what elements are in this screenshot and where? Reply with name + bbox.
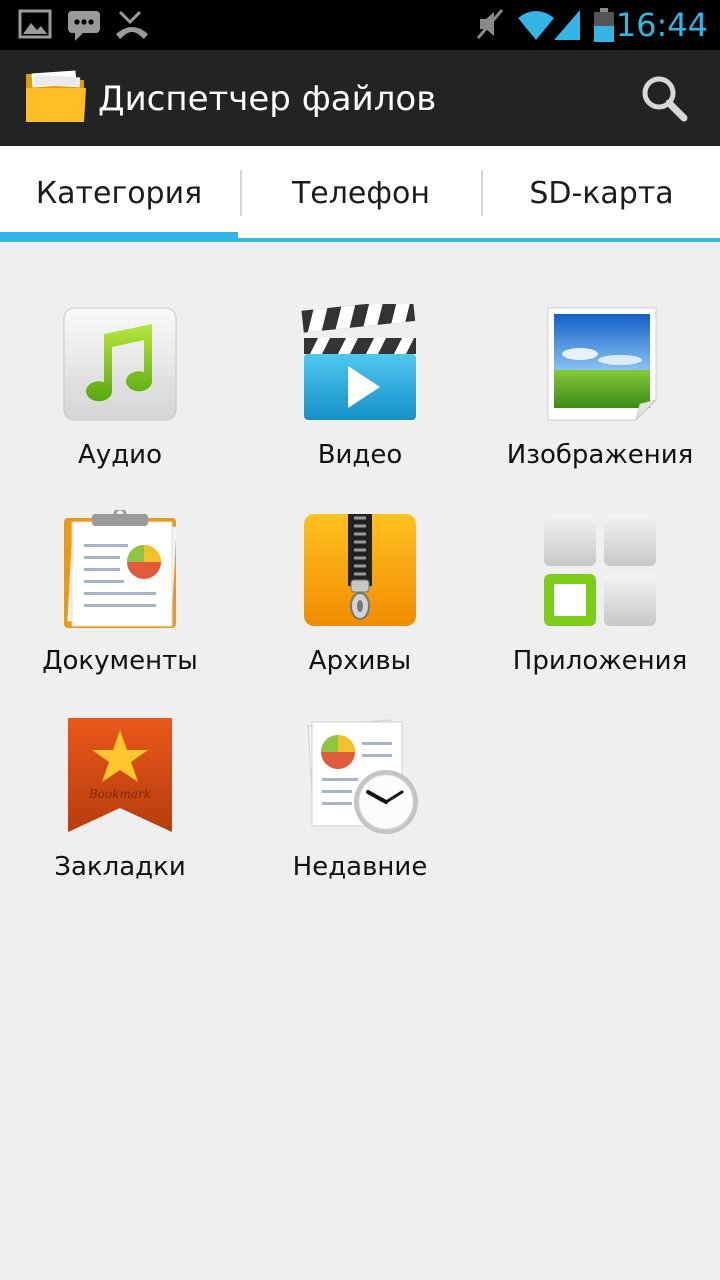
category-video[interactable]: Видео	[240, 304, 480, 504]
documents-icon	[64, 510, 177, 628]
action-bar: Диспетчер файлов	[0, 50, 720, 146]
signal-icon	[554, 10, 580, 40]
category-label: Закладки	[54, 852, 186, 882]
clock: 16:44	[615, 6, 708, 44]
category-label: Документы	[42, 646, 198, 676]
category-label: Архивы	[308, 646, 412, 676]
category-bookmarks[interactable]: Bookmark Закладки	[0, 716, 240, 916]
images-icon	[547, 307, 658, 422]
search-icon[interactable]	[640, 74, 688, 122]
recent-icon	[307, 719, 418, 834]
category-label: Недавние	[292, 852, 428, 882]
category-label: Аудио	[78, 440, 162, 470]
message-icon	[68, 11, 100, 41]
category-label: Видео	[317, 440, 403, 470]
folder-icon[interactable]	[24, 66, 88, 124]
category-label: Приложения	[512, 646, 688, 676]
battery-icon	[594, 8, 614, 42]
tab-bar: Категория Телефон SD-карта	[0, 146, 720, 242]
category-archives[interactable]: Архивы	[240, 510, 480, 710]
category-apps[interactable]: Приложения	[480, 510, 720, 710]
wifi-icon	[518, 11, 554, 40]
bookmark-icon-text: Bookmark	[88, 787, 151, 801]
app-title: Диспетчер файлов	[98, 79, 437, 119]
tab-phone[interactable]: Телефон	[242, 146, 480, 238]
tab-selected-indicator	[0, 232, 238, 242]
mute-icon	[476, 9, 504, 39]
tab-sd-card[interactable]: SD-карта	[483, 146, 720, 238]
apps-icon	[544, 514, 656, 626]
category-documents[interactable]: Документы	[0, 510, 240, 710]
category-recent[interactable]: Недавние	[240, 716, 480, 916]
category-images[interactable]: Изображения	[480, 304, 720, 504]
bookmarks-icon: Bookmark	[68, 718, 172, 832]
video-icon	[301, 304, 416, 420]
audio-icon	[63, 307, 177, 421]
category-label: Изображения	[506, 440, 694, 470]
gallery-icon	[18, 9, 52, 39]
archives-icon	[304, 514, 416, 626]
tab-category[interactable]: Категория	[0, 146, 238, 238]
category-audio[interactable]: Аудио	[0, 304, 240, 504]
status-bar: 16:44	[0, 0, 720, 50]
missed-call-icon	[116, 10, 148, 39]
